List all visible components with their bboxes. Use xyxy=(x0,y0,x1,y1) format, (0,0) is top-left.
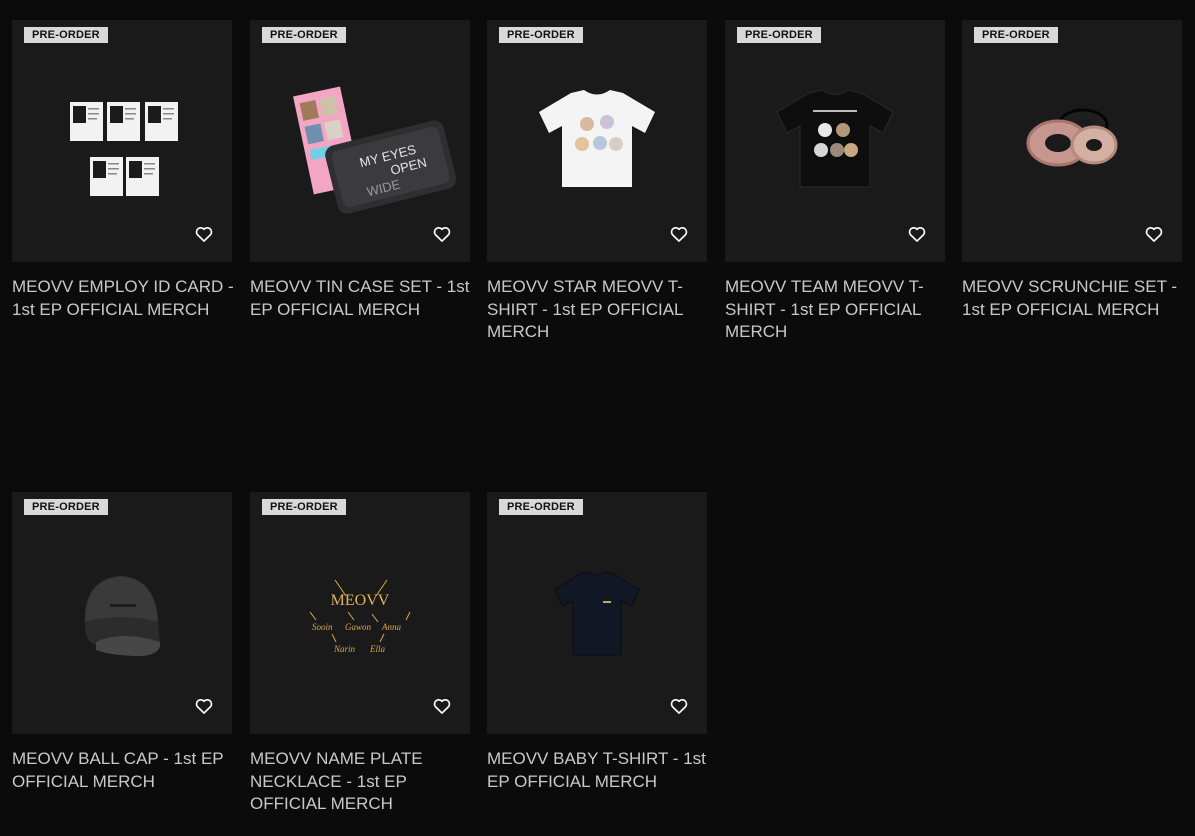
product-title[interactable]: MEOVV STAR MEOVV T-SHIRT - 1st EP OFFICI… xyxy=(487,276,712,344)
product-card[interactable]: PRE-ORDER MEOVV TEAM MEOVV T-SHIRT - 1st… xyxy=(725,20,945,344)
pre-order-badge: PRE-ORDER xyxy=(499,27,583,43)
product-card[interactable]: PRE-ORDER MEOVV BALL CAP - 1st EP OFFICI… xyxy=(12,492,232,793)
heart-icon[interactable] xyxy=(669,696,689,716)
pre-order-badge: PRE-ORDER xyxy=(24,499,108,515)
product-title[interactable]: MEOVV TIN CASE SET - 1st EP OFFICIAL MER… xyxy=(250,276,475,321)
heart-icon[interactable] xyxy=(194,696,214,716)
necklace-name: Anna xyxy=(381,622,401,632)
heart-icon[interactable] xyxy=(669,224,689,244)
product-card[interactable]: PRE-ORDER MEOVV EMPLOY ID CARD - 1st EP … xyxy=(12,20,234,321)
product-image[interactable]: MEOVV Sooin Gawon Anna Narin Ella PRE-OR… xyxy=(250,492,470,734)
product-image[interactable]: MY EYES OPEN WIDE PRE-ORDER xyxy=(250,20,470,262)
product-title[interactable]: MEOVV BALL CAP - 1st EP OFFICIAL MERCH xyxy=(12,748,237,793)
necklace-name: Narin xyxy=(333,644,356,654)
product-image[interactable]: PRE-ORDER xyxy=(487,492,707,734)
heart-icon[interactable] xyxy=(194,224,214,244)
product-grid: PRE-ORDER MEOVV EMPLOY ID CARD - 1st EP … xyxy=(0,0,1195,836)
heart-icon[interactable] xyxy=(907,224,927,244)
product-image[interactable]: PRE-ORDER xyxy=(12,492,232,734)
pre-order-badge: PRE-ORDER xyxy=(262,27,346,43)
product-card[interactable]: MY EYES OPEN WIDE PRE-ORDER MEOVV TIN CA… xyxy=(250,20,470,321)
pre-order-badge: PRE-ORDER xyxy=(499,499,583,515)
product-title[interactable]: MEOVV NAME PLATE NECKLACE - 1st EP OFFIC… xyxy=(250,748,475,816)
product-image[interactable]: PRE-ORDER xyxy=(487,20,707,262)
product-card[interactable]: PRE-ORDER MEOVV BABY T-SHIRT - 1st EP OF… xyxy=(487,492,707,793)
product-card[interactable]: MEOVV Sooin Gawon Anna Narin Ella PRE-OR… xyxy=(250,492,470,816)
pre-order-badge: PRE-ORDER xyxy=(262,499,346,515)
product-title[interactable]: MEOVV BABY T-SHIRT - 1st EP OFFICIAL MER… xyxy=(487,748,712,793)
product-title[interactable]: MEOVV EMPLOY ID CARD - 1st EP OFFICIAL M… xyxy=(12,276,237,321)
product-title[interactable]: MEOVV TEAM MEOVV T-SHIRT - 1st EP OFFICI… xyxy=(725,276,950,344)
product-card[interactable]: PRE-ORDER MEOVV SCRUNCHIE SET - 1st EP O… xyxy=(962,20,1182,321)
heart-icon[interactable] xyxy=(432,696,452,716)
pre-order-badge: PRE-ORDER xyxy=(974,27,1058,43)
heart-icon[interactable] xyxy=(432,224,452,244)
necklace-brand-text: MEOVV xyxy=(331,592,390,609)
heart-icon[interactable] xyxy=(1144,224,1164,244)
necklace-name: Sooin xyxy=(312,622,333,632)
pre-order-badge: PRE-ORDER xyxy=(24,27,108,43)
necklace-name: Gawon xyxy=(345,622,372,632)
necklace-name: Ella xyxy=(369,644,385,654)
product-image[interactable]: PRE-ORDER xyxy=(12,20,232,262)
product-card[interactable]: PRE-ORDER MEOVV STAR MEOVV T-SHIRT - 1st… xyxy=(487,20,707,344)
product-image[interactable]: PRE-ORDER xyxy=(725,20,945,262)
product-image[interactable]: PRE-ORDER xyxy=(962,20,1182,262)
pre-order-badge: PRE-ORDER xyxy=(737,27,821,43)
product-title[interactable]: MEOVV SCRUNCHIE SET - 1st EP OFFICIAL ME… xyxy=(962,276,1187,321)
